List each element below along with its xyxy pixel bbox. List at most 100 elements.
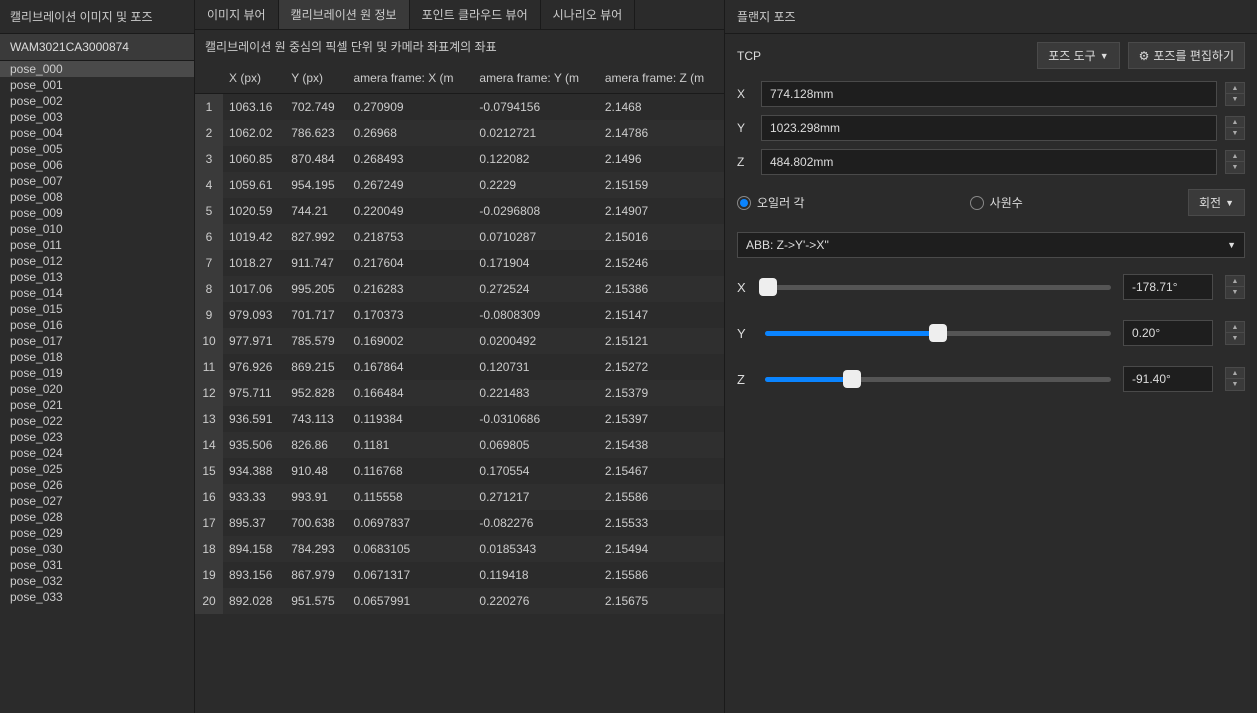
slider-y-thumb[interactable] (929, 324, 947, 342)
table-header[interactable]: amera frame: Z (m (599, 63, 724, 94)
pose-list-item[interactable]: pose_033 (0, 589, 194, 605)
quaternion-radio[interactable]: 사원수 (970, 194, 1023, 211)
table-row[interactable]: 12975.711952.8280.1664840.2214832.15379 (195, 380, 724, 406)
pose-list-item[interactable]: pose_002 (0, 93, 194, 109)
coord-y-spinner[interactable]: ▲ ▼ (1225, 116, 1245, 140)
table-row[interactable]: 81017.06995.2050.2162830.2725242.15386 (195, 276, 724, 302)
table-row[interactable]: 31060.85870.4840.2684930.1220822.1496 (195, 146, 724, 172)
table-row[interactable]: 20892.028951.5750.06579910.2202762.15675 (195, 588, 724, 614)
pose-list-item[interactable]: pose_022 (0, 413, 194, 429)
chevron-up-icon[interactable]: ▲ (1226, 368, 1244, 379)
coord-x-spinner[interactable]: ▲ ▼ (1225, 82, 1245, 106)
chevron-down-icon[interactable]: ▼ (1226, 333, 1244, 344)
slider-z-spinner[interactable]: ▲ ▼ (1225, 367, 1245, 391)
pose-list-item[interactable]: pose_032 (0, 573, 194, 589)
table-row[interactable]: 11063.16702.7490.270909-0.07941562.1468 (195, 94, 724, 121)
pose-list-item[interactable]: pose_019 (0, 365, 194, 381)
pose-list-item[interactable]: pose_013 (0, 269, 194, 285)
pose-list-item[interactable]: pose_014 (0, 285, 194, 301)
slider-y-value[interactable] (1123, 320, 1213, 346)
pose-list-item[interactable]: pose_005 (0, 141, 194, 157)
table-row[interactable]: 10977.971785.5790.1690020.02004922.15121 (195, 328, 724, 354)
coord-y-input[interactable] (761, 115, 1217, 141)
rotate-button[interactable]: 회전▼ (1188, 189, 1245, 216)
slider-z[interactable] (765, 369, 1111, 389)
chevron-up-icon[interactable]: ▲ (1226, 322, 1244, 333)
pose-list-item[interactable]: pose_020 (0, 381, 194, 397)
convention-select[interactable]: ABB: Z->Y'->X'' ▼ (737, 232, 1245, 258)
pose-list-item[interactable]: pose_006 (0, 157, 194, 173)
table-row[interactable]: 21062.02786.6230.269680.02127212.14786 (195, 120, 724, 146)
slider-x-spinner[interactable]: ▲ ▼ (1225, 275, 1245, 299)
chevron-down-icon[interactable]: ▼ (1226, 128, 1244, 139)
table-row[interactable]: 19893.156867.9790.06713170.1194182.15586 (195, 562, 724, 588)
table-row[interactable]: 41059.61954.1950.2672490.22292.15159 (195, 172, 724, 198)
tab-0[interactable]: 이미지 뷰어 (195, 0, 279, 29)
table-row[interactable]: 18894.158784.2930.06831050.01853432.1549… (195, 536, 724, 562)
pose-list-item[interactable]: pose_023 (0, 429, 194, 445)
pose-list-item[interactable]: pose_012 (0, 253, 194, 269)
table-row[interactable]: 13936.591743.1130.119384-0.03106862.1539… (195, 406, 724, 432)
chevron-up-icon[interactable]: ▲ (1226, 151, 1244, 162)
pose-list-item[interactable]: pose_027 (0, 493, 194, 509)
pose-tools-button[interactable]: 포즈 도구▼ (1037, 42, 1119, 69)
pose-list-item[interactable]: pose_009 (0, 205, 194, 221)
table-row[interactable]: 11976.926869.2150.1678640.1207312.15272 (195, 354, 724, 380)
device-tab[interactable]: WAM3021CA3000874 (0, 34, 194, 61)
pose-list-item[interactable]: pose_018 (0, 349, 194, 365)
pose-list-item[interactable]: pose_015 (0, 301, 194, 317)
pose-list-item[interactable]: pose_030 (0, 541, 194, 557)
slider-y[interactable] (765, 323, 1111, 343)
pose-list-item[interactable]: pose_028 (0, 509, 194, 525)
table-row[interactable]: 15934.388910.480.1167680.1705542.15467 (195, 458, 724, 484)
chevron-down-icon[interactable]: ▼ (1226, 162, 1244, 173)
table-row[interactable]: 9979.093701.7170.170373-0.08083092.15147 (195, 302, 724, 328)
table-wrap[interactable]: X (px)Y (px)amera frame: X (mamera frame… (195, 63, 724, 713)
pose-list-item[interactable]: pose_007 (0, 173, 194, 189)
table-header[interactable]: amera frame: Y (m (473, 63, 598, 94)
table-header[interactable]: Y (px) (285, 63, 347, 94)
pose-list-item[interactable]: pose_029 (0, 525, 194, 541)
table-row[interactable]: 51020.59744.210.220049-0.02968082.14907 (195, 198, 724, 224)
pose-list-item[interactable]: pose_017 (0, 333, 194, 349)
pose-list-item[interactable]: pose_000 (0, 61, 194, 77)
pose-list-item[interactable]: pose_016 (0, 317, 194, 333)
slider-x[interactable] (765, 277, 1111, 297)
table-row[interactable]: 16933.33993.910.1155580.2712172.15586 (195, 484, 724, 510)
tab-1[interactable]: 캘리브레이션 원 정보 (279, 0, 410, 29)
pose-list-item[interactable]: pose_024 (0, 445, 194, 461)
coord-x-input[interactable] (761, 81, 1217, 107)
table-row[interactable]: 71018.27911.7470.2176040.1719042.15246 (195, 250, 724, 276)
pose-list-item[interactable]: pose_008 (0, 189, 194, 205)
tab-3[interactable]: 시나리오 뷰어 (541, 0, 636, 29)
chevron-down-icon[interactable]: ▼ (1226, 287, 1244, 298)
slider-x-thumb[interactable] (759, 278, 777, 296)
chevron-up-icon[interactable]: ▲ (1226, 276, 1244, 287)
table-header[interactable]: X (px) (223, 63, 285, 94)
tab-2[interactable]: 포인트 클라우드 뷰어 (410, 0, 541, 29)
table-header[interactable] (195, 63, 223, 94)
pose-list-item[interactable]: pose_025 (0, 461, 194, 477)
pose-list-item[interactable]: pose_004 (0, 125, 194, 141)
euler-radio[interactable]: 오일러 각 (737, 194, 805, 211)
slider-z-thumb[interactable] (843, 370, 861, 388)
chevron-up-icon[interactable]: ▲ (1226, 83, 1244, 94)
chevron-down-icon[interactable]: ▼ (1226, 94, 1244, 105)
table-row[interactable]: 61019.42827.9920.2187530.07102872.15016 (195, 224, 724, 250)
slider-y-spinner[interactable]: ▲ ▼ (1225, 321, 1245, 345)
chevron-up-icon[interactable]: ▲ (1226, 117, 1244, 128)
chevron-down-icon[interactable]: ▼ (1226, 379, 1244, 390)
slider-x-value[interactable] (1123, 274, 1213, 300)
slider-z-value[interactable] (1123, 366, 1213, 392)
pose-list-item[interactable]: pose_011 (0, 237, 194, 253)
table-header[interactable]: amera frame: X (m (348, 63, 474, 94)
coord-z-input[interactable] (761, 149, 1217, 175)
table-row[interactable]: 14935.506826.860.11810.0698052.15438 (195, 432, 724, 458)
coord-z-spinner[interactable]: ▲ ▼ (1225, 150, 1245, 174)
edit-pose-button[interactable]: 포즈를 편집하기 (1128, 42, 1245, 69)
pose-list-item[interactable]: pose_021 (0, 397, 194, 413)
pose-list-item[interactable]: pose_010 (0, 221, 194, 237)
pose-list-item[interactable]: pose_031 (0, 557, 194, 573)
pose-list-item[interactable]: pose_001 (0, 77, 194, 93)
pose-list-item[interactable]: pose_026 (0, 477, 194, 493)
